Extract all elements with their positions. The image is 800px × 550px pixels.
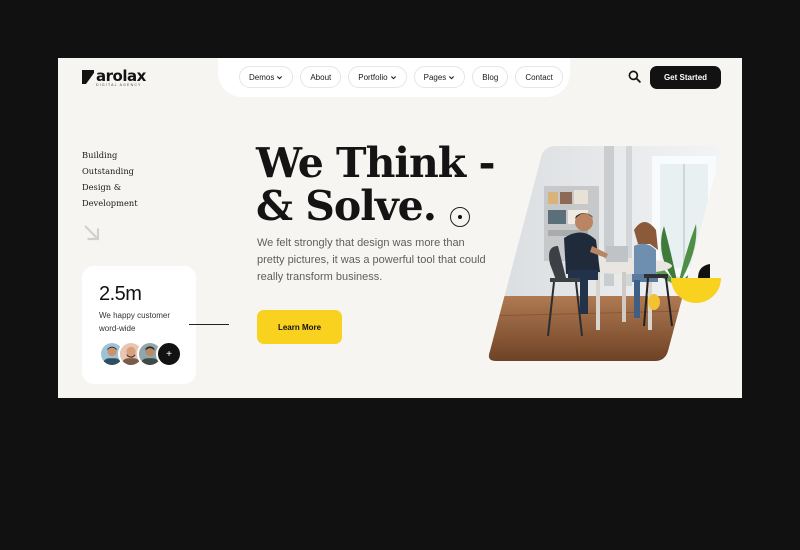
hero-description: We felt strongly that design was more th… (257, 237, 486, 283)
search-icon[interactable] (628, 70, 641, 83)
nav-item-blog[interactable]: Blog (472, 66, 509, 88)
get-started-button[interactable]: Get Started (650, 66, 721, 89)
nav-item-contact[interactable]: Contact (515, 66, 563, 88)
nav-item-label: About (310, 72, 332, 82)
hero-office-photo (488, 146, 721, 361)
chevron-down-icon (390, 75, 396, 79)
customer-stat-card: 2.5m We happy customer word-wide + (82, 266, 196, 384)
nav-item-label: Pages (423, 72, 447, 82)
dot-circle-icon (450, 207, 470, 227)
more-customers-button[interactable]: + (156, 341, 182, 367)
decorative-semicircle (671, 278, 721, 303)
decorative-shape (698, 264, 710, 278)
side-tagline-line: Development (82, 198, 138, 208)
main-nav: Demos About Portfolio Pages Blog Contact (239, 66, 563, 88)
nav-item-label: Portfolio (358, 72, 388, 82)
brand-logo[interactable]: arolax DIGITAL AGENCY (82, 67, 146, 87)
nav-item-label: Contact (525, 72, 553, 82)
avatar-group: + (99, 341, 182, 367)
stat-value: 2.5m (99, 283, 142, 305)
nav-item-demos[interactable]: Demos (239, 66, 294, 88)
side-tagline-line: Building (82, 150, 118, 160)
stat-label: We happy customer word-wide (99, 311, 170, 333)
arrow-down-right-icon (84, 225, 100, 241)
nav-item-pages[interactable]: Pages (413, 66, 466, 88)
side-tagline-line: Outstanding (82, 166, 134, 176)
nav-item-about[interactable]: About (300, 66, 342, 88)
nav-item-label: Demos (249, 72, 275, 82)
brand-name: arolax (96, 67, 146, 85)
landing-page: arolax DIGITAL AGENCY Demos About Portfo… (58, 58, 742, 398)
connector-line (189, 324, 229, 325)
headline-line: We Think - (256, 139, 495, 187)
side-tagline-line: Design & (82, 182, 122, 192)
chevron-down-icon (449, 75, 455, 79)
logo-mark-icon (82, 70, 94, 84)
nav-item-label: Blog (482, 72, 499, 82)
side-tagline: Building Outstanding Design & Developmen… (82, 147, 138, 211)
brand-tagline: DIGITAL AGENCY (96, 83, 142, 87)
learn-more-button[interactable]: Learn More (257, 310, 342, 344)
chevron-down-icon (277, 75, 283, 79)
nav-item-portfolio[interactable]: Portfolio (348, 66, 407, 88)
